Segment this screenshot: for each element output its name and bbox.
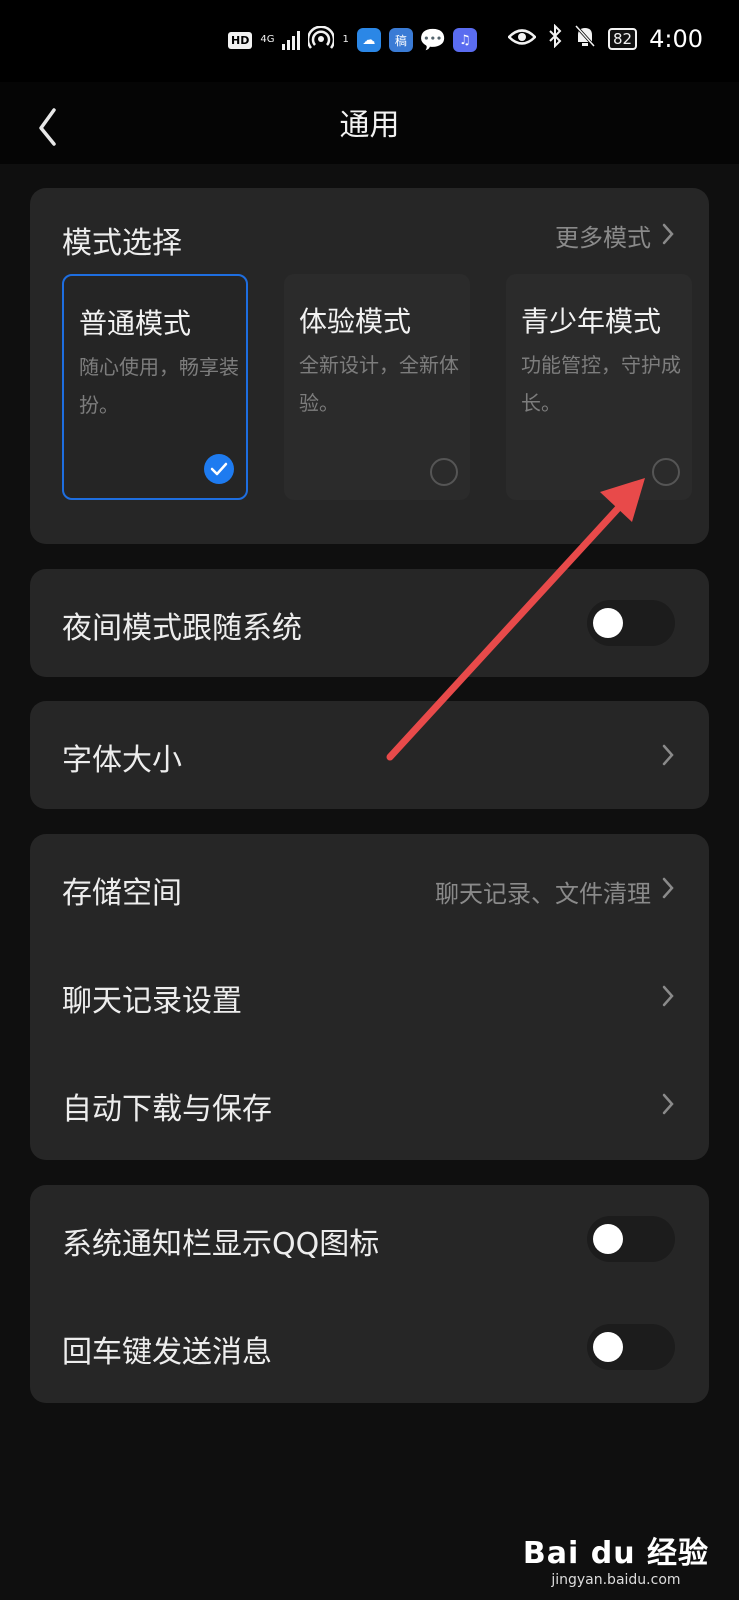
baidu-jingyan-watermark: Bai du 经验 jingyan.baidu.com xyxy=(523,1528,709,1588)
mode-name: 体验模式 xyxy=(299,305,412,338)
toggle-knob xyxy=(593,608,623,638)
page-title: 通用 xyxy=(339,108,400,143)
status-left-icons: HD 4G 1 ☁ 稿 💬 ♫ xyxy=(228,25,477,54)
mode-desc: 功能管控，守护成长。 xyxy=(521,353,681,415)
font-size-label: 字体大小 xyxy=(62,743,182,778)
qq-icon-row: 系统通知栏显示QQ图标 xyxy=(30,1185,709,1293)
night-mode-label: 夜间模式跟随系统 xyxy=(62,611,302,646)
more-modes-link[interactable]: 更多模式 xyxy=(555,218,651,253)
watermark-url: jingyan.baidu.com xyxy=(551,1572,681,1588)
chevron-right-icon xyxy=(662,877,674,899)
qq-icon-label: 系统通知栏显示QQ图标 xyxy=(62,1227,380,1262)
hotspot-icon xyxy=(307,25,336,54)
chevron-right-icon xyxy=(662,744,674,766)
chevron-right-icon xyxy=(662,985,674,1007)
chat-history-row[interactable]: 聊天记录设置 xyxy=(30,942,709,1050)
signal-icon xyxy=(282,30,301,50)
mode-name: 青少年模式 xyxy=(521,305,662,338)
status-right-icons: 82 4:00 xyxy=(507,23,703,54)
enter-send-row: 回车键发送消息 xyxy=(30,1293,709,1401)
battery-indicator: 82 xyxy=(608,28,638,50)
mute-bell-icon xyxy=(574,24,596,54)
draft-app-icon: 稿 xyxy=(388,28,413,52)
auto-download-row[interactable]: 自动下载与保存 xyxy=(30,1050,709,1158)
toggle-group-card: 系统通知栏显示QQ图标 回车键发送消息 xyxy=(30,1185,709,1403)
hotspot-count: 1 xyxy=(342,34,349,45)
mode-desc: 全新设计，全新体验。 xyxy=(299,353,459,415)
eye-icon xyxy=(507,27,537,52)
enter-send-label: 回车键发送消息 xyxy=(62,1335,272,1370)
storage-hint: 聊天记录、文件清理 xyxy=(435,880,651,908)
music-icon: ♫ xyxy=(452,28,477,52)
mode-name: 普通模式 xyxy=(79,307,192,340)
toggle-knob xyxy=(593,1224,623,1254)
qq-icon-toggle[interactable] xyxy=(587,1216,675,1262)
auto-download-label: 自动下载与保存 xyxy=(62,1092,272,1127)
mode-tile-teen[interactable]: 青少年模式 功能管控，守护成长。 xyxy=(506,274,692,500)
storage-label: 存储空间 xyxy=(62,876,182,911)
chat-history-label: 聊天记录设置 xyxy=(62,984,242,1019)
enter-send-toggle[interactable] xyxy=(587,1324,675,1370)
storage-row[interactable]: 存储空间 聊天记录、文件清理 xyxy=(30,834,709,942)
mode-tile-experience[interactable]: 体验模式 全新设计，全新体验。 xyxy=(284,274,470,500)
chevron-right-icon xyxy=(662,1093,674,1115)
cloud-icon: ☁ xyxy=(356,28,381,52)
checkmark-icon xyxy=(204,454,234,484)
bluetooth-icon xyxy=(548,23,562,54)
mode-selection-card: 模式选择 更多模式 普通模式 随心使用，畅享装扮。 体验模式 全新设计，全新体验… xyxy=(30,188,709,544)
night-mode-toggle[interactable] xyxy=(587,600,675,646)
nav-bar: 通用 xyxy=(0,82,739,164)
network-type: 4G xyxy=(260,34,275,45)
radio-icon xyxy=(652,458,680,486)
mode-section-title: 模式选择 xyxy=(62,226,182,261)
mode-tile-normal[interactable]: 普通模式 随心使用，畅享装扮。 xyxy=(62,274,248,500)
font-size-row[interactable]: 字体大小 xyxy=(30,701,709,809)
chat-bubble-icon: 💬 xyxy=(419,27,447,53)
clock: 4:00 xyxy=(649,25,703,53)
night-mode-row: 夜间模式跟随系统 xyxy=(30,569,709,677)
hd-badge: HD xyxy=(228,31,253,49)
status-bar: HD 4G 1 ☁ 稿 💬 ♫ 82 4:00 xyxy=(0,0,739,82)
toggle-knob xyxy=(593,1332,623,1362)
radio-icon xyxy=(430,458,458,486)
mode-desc: 随心使用，畅享装扮。 xyxy=(79,355,239,417)
storage-group-card: 存储空间 聊天记录、文件清理 聊天记录设置 自动下载与保存 xyxy=(30,834,709,1160)
chevron-right-icon xyxy=(662,223,674,245)
watermark-logo: Bai du 经验 xyxy=(522,1536,709,1571)
